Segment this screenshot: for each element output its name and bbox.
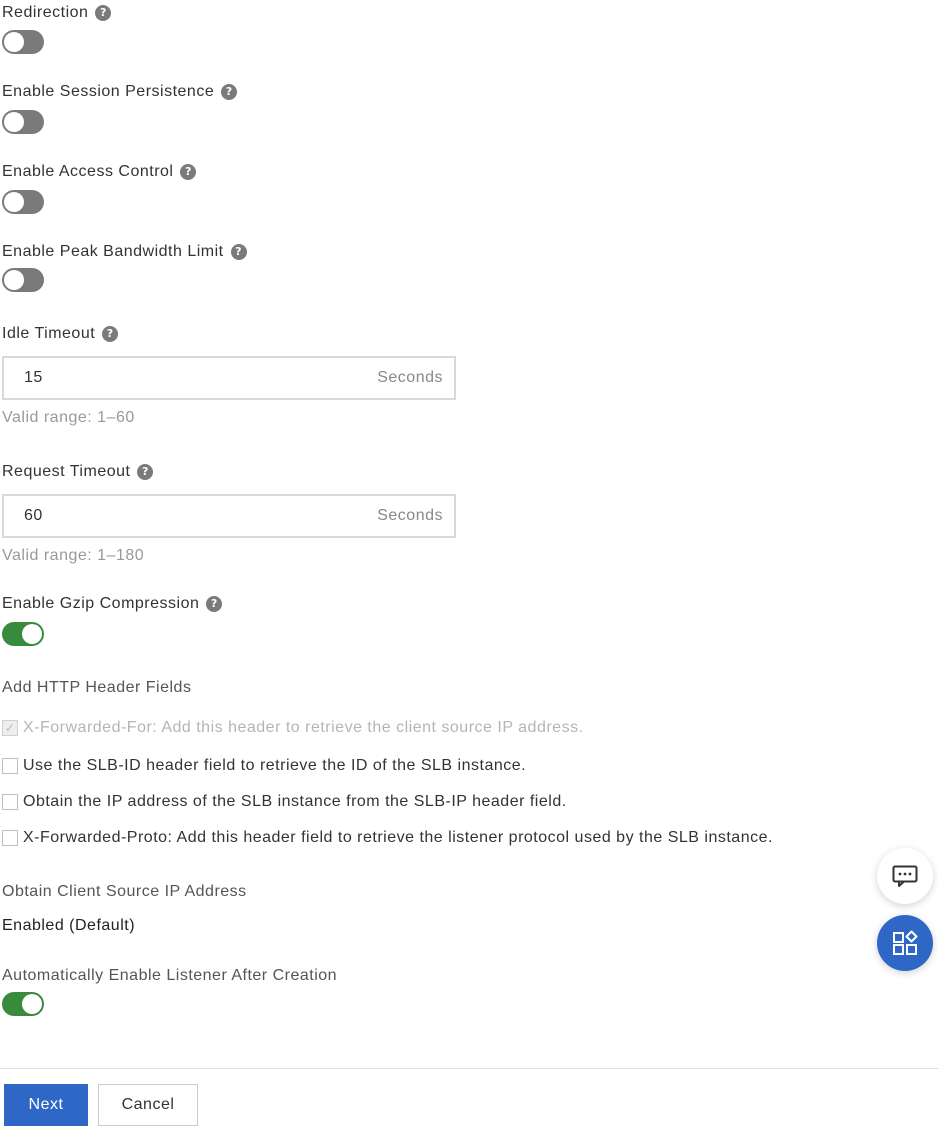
question-circle-icon[interactable]: ?	[95, 5, 112, 21]
toggle-knob	[4, 32, 24, 52]
question-circle-icon[interactable]: ?	[221, 84, 238, 100]
apps-icon	[893, 930, 918, 955]
checkbox[interactable]	[2, 830, 18, 846]
toggle-knob	[22, 624, 42, 644]
session-persistence-toggle[interactable]	[2, 110, 44, 134]
footer-divider	[0, 1068, 938, 1069]
idle-timeout-field: Seconds	[2, 356, 456, 400]
toggle-knob	[4, 112, 24, 132]
peak-bandwidth-label: Enable Peak Bandwidth Limit ?	[2, 243, 247, 261]
session-persistence-label: Enable Session Persistence ?	[2, 83, 238, 101]
request-timeout-field: Seconds	[2, 494, 456, 538]
access-control-toggle[interactable]	[2, 190, 44, 214]
gzip-label: Enable Gzip Compression ?	[2, 595, 223, 613]
chat-button[interactable]	[877, 848, 933, 904]
request-timeout-label: Request Timeout ?	[2, 463, 154, 481]
checkbox[interactable]	[2, 794, 18, 810]
auto-enable-label: Automatically Enable Listener After Crea…	[2, 967, 338, 984]
checkbox[interactable]	[2, 758, 18, 774]
request-timeout-hint: Valid range: 1–180	[2, 547, 145, 564]
idle-timeout-input[interactable]	[24, 358, 354, 398]
x-forwarded-proto-option[interactable]: X-Forwarded-Proto: Add this header field…	[2, 829, 773, 847]
gzip-toggle[interactable]	[2, 622, 44, 646]
slb-ip-option[interactable]: Obtain the IP address of the SLB instanc…	[2, 793, 567, 811]
idle-timeout-label: Idle Timeout ?	[2, 325, 119, 343]
request-timeout-unit: Seconds	[377, 507, 443, 524]
checkbox: ✓	[2, 720, 18, 736]
idle-timeout-hint: Valid range: 1–60	[2, 409, 135, 426]
http-headers-label: Add HTTP Header Fields	[2, 679, 192, 696]
toggle-knob	[22, 994, 42, 1014]
toggle-knob	[4, 192, 24, 212]
request-timeout-input[interactable]	[24, 496, 354, 536]
client-source-ip-value: Enabled (Default)	[2, 917, 136, 934]
cancel-button[interactable]: Cancel	[98, 1084, 198, 1126]
redirection-label: Redirection ?	[2, 4, 112, 22]
redirection-toggle[interactable]	[2, 30, 44, 54]
idle-timeout-unit: Seconds	[377, 369, 443, 386]
peak-bandwidth-toggle[interactable]	[2, 268, 44, 292]
question-circle-icon[interactable]: ?	[230, 244, 247, 260]
toggle-knob	[4, 270, 24, 290]
question-circle-icon[interactable]: ?	[206, 596, 223, 612]
auto-enable-toggle[interactable]	[2, 992, 44, 1016]
x-forwarded-for-option: ✓ X-Forwarded-For: Add this header to re…	[2, 719, 584, 737]
next-button[interactable]: Next	[4, 1084, 88, 1126]
question-circle-icon[interactable]: ?	[137, 464, 154, 480]
access-control-label: Enable Access Control ?	[2, 163, 197, 181]
question-circle-icon[interactable]: ?	[102, 326, 119, 342]
client-source-ip-label: Obtain Client Source IP Address	[2, 883, 247, 900]
question-circle-icon[interactable]: ?	[180, 164, 197, 180]
apps-button[interactable]	[877, 915, 933, 971]
chat-icon	[892, 865, 918, 887]
slb-id-option[interactable]: Use the SLB-ID header field to retrieve …	[2, 757, 526, 775]
